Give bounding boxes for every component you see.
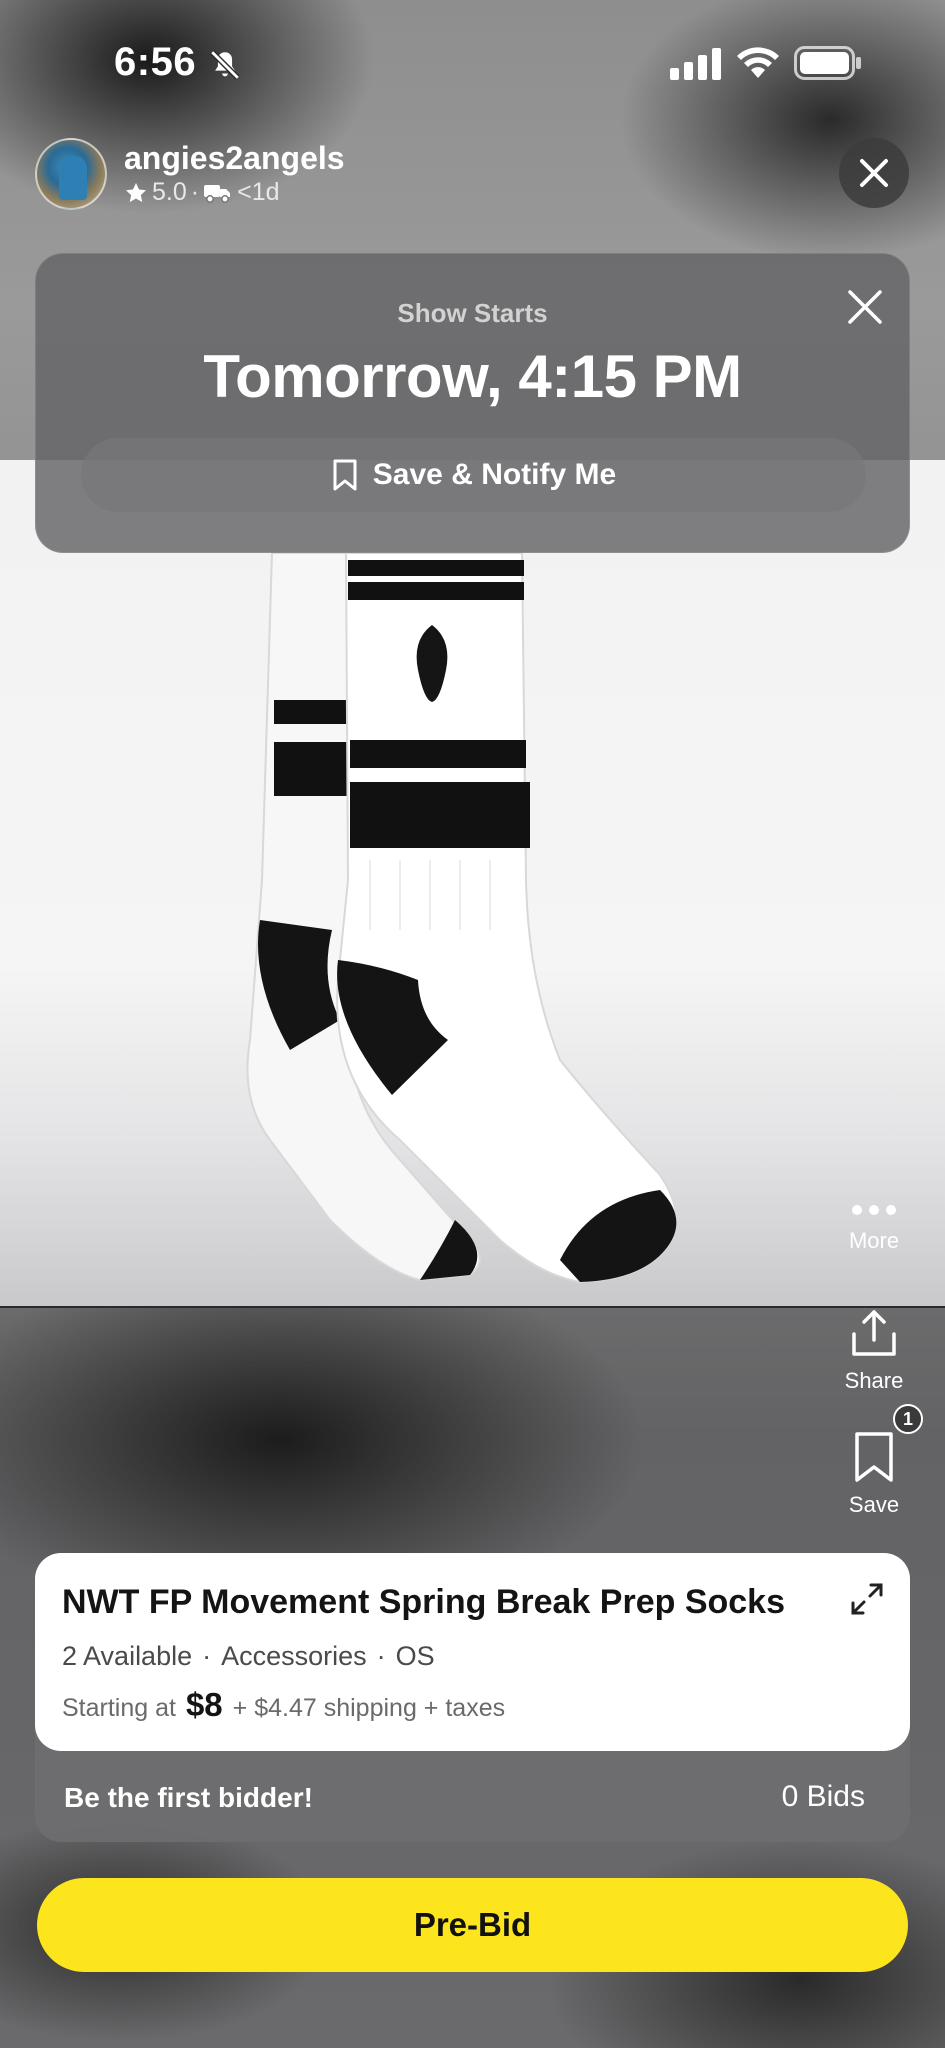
starting-price: $8 <box>185 1686 223 1723</box>
more-icon <box>852 1205 896 1215</box>
product-meta: 2 Available · Accessories · OS <box>62 1641 435 1672</box>
size: OS <box>395 1641 435 1671</box>
show-start-time: Tomorrow, 4:15 PM <box>203 343 742 410</box>
card-close-icon[interactable] <box>842 284 888 330</box>
meta-dot: · <box>202 1641 212 1671</box>
save-label: Save <box>848 1492 900 1517</box>
truck-icon <box>204 184 231 203</box>
bookmark-icon <box>333 459 357 491</box>
price-line: Starting at $8 + $4.47 shipping + taxes <box>62 1686 505 1724</box>
show-starts-card: Show Starts Tomorrow, 4:15 PM Save & Not… <box>35 253 910 553</box>
bell-off-icon <box>210 50 240 80</box>
share-label: Share <box>844 1368 904 1393</box>
seller-shipping: <1d <box>237 178 280 206</box>
more-action[interactable]: More <box>819 1200 929 1254</box>
product-info-card[interactable]: NWT FP Movement Spring Break Prep Socks … <box>35 1553 910 1751</box>
signal-icon <box>670 48 721 80</box>
expand-icon[interactable] <box>847 1579 887 1619</box>
close-icon <box>860 159 888 187</box>
starting-label: Starting at <box>62 1694 176 1722</box>
battery-icon <box>794 46 861 80</box>
share-action[interactable]: Share <box>819 1308 929 1394</box>
socks-image <box>246 552 678 1284</box>
meta-separator: · <box>190 178 200 206</box>
save-count-badge: 1 <box>893 1404 923 1434</box>
share-icon <box>852 1310 896 1356</box>
seller-name[interactable]: angies2angels <box>124 140 345 177</box>
save-notify-button[interactable]: Save & Notify Me <box>81 438 866 512</box>
wifi-icon <box>737 47 779 78</box>
more-label: More <box>848 1228 900 1253</box>
status-bar: 6:56 <box>0 0 945 130</box>
category: Accessories <box>221 1641 367 1671</box>
status-time: 6:56 <box>114 40 197 84</box>
product-title: NWT FP Movement Spring Break Prep Socks <box>62 1583 785 1621</box>
pre-bid-button[interactable]: Pre-Bid <box>37 1878 908 1972</box>
save-notify-label: Save & Notify Me <box>372 458 617 491</box>
product-image[interactable] <box>0 460 945 1308</box>
save-bookmark-icon <box>855 1432 893 1482</box>
bid-count: 0 Bids <box>781 1780 865 1813</box>
star-icon <box>126 182 146 202</box>
availability: 2 Available <box>62 1641 193 1671</box>
shipping-cost: + $4.47 shipping + taxes <box>232 1694 506 1722</box>
show-starts-label: Show Starts <box>397 298 548 328</box>
seller-meta: 5.0 · <1d <box>124 178 280 207</box>
close-button[interactable] <box>839 138 909 208</box>
meta-dot: · <box>376 1641 386 1671</box>
seller-avatar[interactable] <box>35 138 107 210</box>
seller-rating: 5.0 <box>152 178 187 206</box>
save-action[interactable]: Save <box>819 1430 929 1518</box>
first-bidder-prompt: Be the first bidder! <box>64 1782 313 1813</box>
